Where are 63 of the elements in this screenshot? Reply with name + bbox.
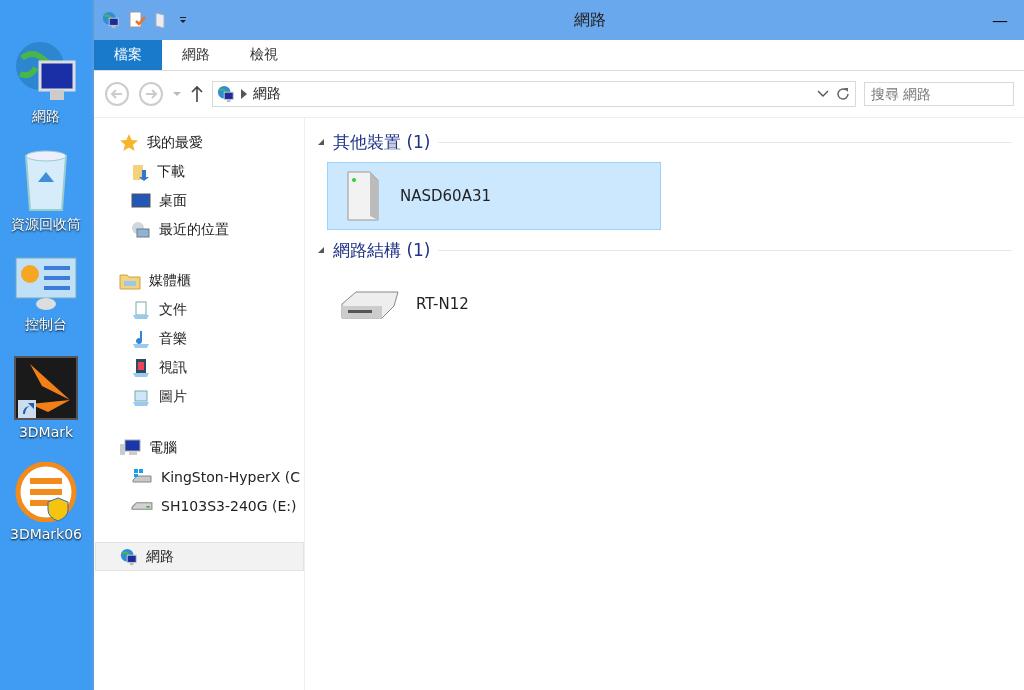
collapse-icon[interactable]: [317, 246, 325, 254]
nav-label: 最近的位置: [159, 220, 229, 239]
up-arrow-icon[interactable]: [190, 85, 204, 103]
network-icon: [102, 11, 120, 29]
star-icon: [119, 132, 139, 153]
search-field[interactable]: 搜尋 網路: [864, 82, 1014, 106]
nav-item[interactable]: 我的最愛: [94, 128, 304, 157]
nav-item[interactable]: 電腦: [94, 433, 304, 462]
dropdown-icon[interactable]: [178, 15, 188, 25]
device-name: NASD60A31: [400, 187, 491, 205]
collapse-icon[interactable]: [317, 138, 325, 146]
drive-icon: [131, 500, 153, 511]
nav-label: 網路: [146, 547, 174, 566]
window-title: 網路: [573, 9, 607, 31]
nav-label: 我的最愛: [147, 133, 203, 152]
film-icon: [131, 357, 151, 378]
nav-item[interactable]: 桌面: [94, 186, 304, 215]
address-bar[interactable]: 網路: [212, 81, 856, 107]
nav-item[interactable]: 最近的位置: [94, 215, 304, 244]
nav-item[interactable]: 網路: [95, 542, 304, 571]
download-folder-icon: [131, 162, 149, 181]
properties-icon[interactable]: [128, 11, 146, 29]
chevron-down-icon[interactable]: [817, 90, 829, 98]
network-icon: [217, 85, 235, 103]
nav-item[interactable]: 音樂: [94, 324, 304, 353]
address-path: 網路: [253, 85, 282, 103]
nav-item[interactable]: KingSton-HyperX (C: [94, 462, 304, 491]
group-title[interactable]: 其他裝置 (1): [333, 130, 431, 154]
music-note-icon: [131, 328, 151, 349]
nav-label: 音樂: [159, 329, 187, 348]
network-icon: [120, 547, 138, 566]
nav-label: 視訊: [159, 358, 187, 377]
desktop-icon: [131, 192, 151, 209]
nav-label: KingSton-HyperX (C: [161, 468, 301, 485]
device-name: RT-N12: [416, 295, 469, 313]
nav-label: 媒體櫃: [149, 271, 191, 290]
ribbon-tab[interactable]: 檔案: [94, 40, 162, 70]
nav-label: 桌面: [159, 191, 187, 210]
group-title[interactable]: 網路結構 (1): [333, 238, 431, 262]
nav-item[interactable]: 視訊: [94, 353, 304, 382]
minimize-button[interactable]: —: [992, 10, 1016, 30]
computer-icon: [119, 438, 141, 457]
recent-places-icon: [131, 220, 151, 239]
nav-label: SH103S3-240G (E:): [161, 497, 297, 514]
nav-label: 下載: [157, 162, 185, 181]
device-tile[interactable]: RT-N12: [327, 270, 661, 338]
chevron-icon: [241, 89, 247, 99]
nav-item[interactable]: 文件: [94, 295, 304, 324]
nav-label: 電腦: [149, 438, 177, 457]
system-drive-icon: [131, 467, 153, 486]
nav-item[interactable]: 媒體櫃: [94, 266, 304, 295]
control-panel-icon: [14, 256, 78, 312]
device-tile[interactable]: NASD60A31: [327, 162, 661, 230]
nav-item[interactable]: 圖片: [94, 382, 304, 411]
nav-item[interactable]: SH103S3-240G (E:): [94, 491, 304, 520]
library-folder-icon: [119, 271, 141, 290]
nav-item[interactable]: 下載: [94, 157, 304, 186]
nav-label: 圖片: [159, 387, 187, 406]
3dmark06-app-icon: [14, 462, 78, 522]
nav-label: 文件: [159, 300, 187, 319]
document-icon: [131, 299, 151, 320]
3dmark-app-icon: [14, 356, 78, 420]
refresh-icon[interactable]: [835, 86, 851, 102]
